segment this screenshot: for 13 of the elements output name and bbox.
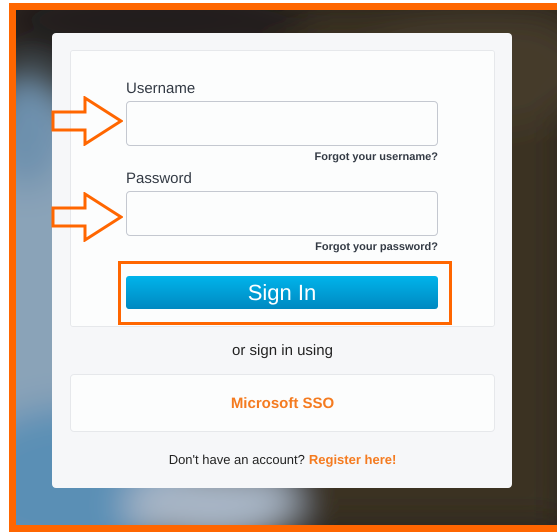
input-field[interactable]: [126, 101, 438, 146]
sso-button[interactable]: Microsoft SSO: [70, 374, 495, 432]
forgot-link[interactable]: Forgot your username?: [314, 150, 438, 164]
field-label: Username: [126, 80, 196, 98]
input-field[interactable]: [126, 191, 438, 236]
arrow-icon: [51, 96, 123, 146]
alternative-text: or sign in using: [232, 342, 333, 360]
register-link[interactable]: Register here!: [308, 452, 396, 468]
field-label: Password: [126, 170, 192, 188]
arrow-icon: [51, 192, 123, 242]
register-prompt: Don't have an account?: [168, 452, 305, 468]
sign-in-button[interactable]: Sign In: [126, 276, 438, 309]
forgot-link[interactable]: Forgot your password?: [315, 240, 438, 254]
